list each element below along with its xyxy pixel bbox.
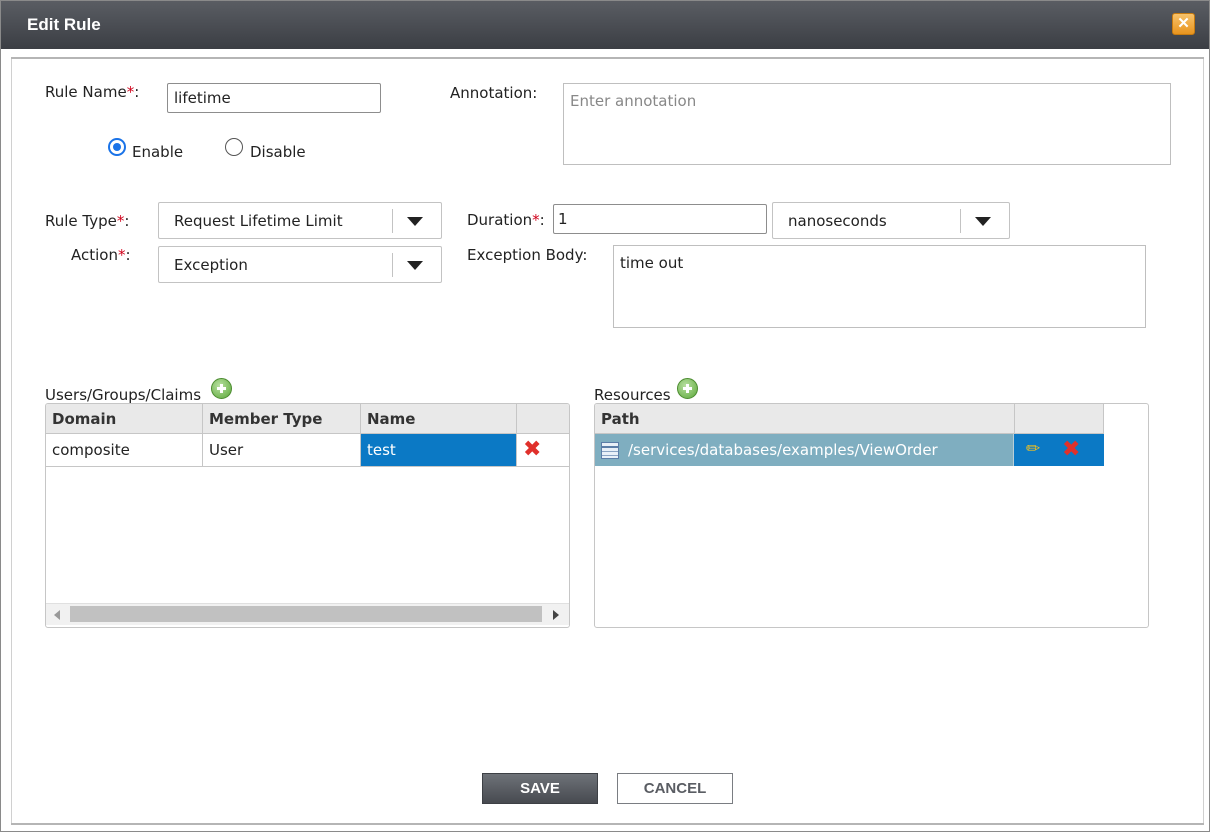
members-grid: Domain Member Type Name composite User t… — [45, 403, 570, 628]
members-title: Users/Groups/Claims — [45, 386, 202, 404]
member-name-cell[interactable]: test — [361, 434, 517, 466]
table-icon — [601, 442, 619, 459]
enable-label[interactable]: Enable — [132, 143, 183, 161]
save-button[interactable]: SAVE — [482, 773, 598, 804]
column-header-resource-actions — [1015, 404, 1104, 434]
left-border — [11, 59, 12, 823]
duration-unit-value: nanoseconds — [788, 212, 887, 230]
dialog-title: Edit Rule — [27, 15, 101, 34]
duration-unit-select[interactable]: nanoseconds — [772, 202, 1010, 239]
enable-radio[interactable] — [108, 138, 126, 156]
action-select[interactable]: Exception — [158, 246, 442, 283]
scrollbar-thumb[interactable] — [70, 606, 542, 622]
resources-grid: Path /services/databases/examples/ViewOr… — [594, 403, 1149, 628]
edit-rule-dialog: Edit Rule ✕ Rule Name*: lifetime Enable … — [0, 0, 1210, 832]
delete-x-icon[interactable]: ✖ — [523, 439, 541, 461]
duration-input[interactable]: 1 — [553, 204, 767, 234]
resource-path-text: /services/databases/examples/ViewOrder — [628, 441, 938, 459]
member-type-cell[interactable]: User — [203, 434, 361, 466]
column-header-actions — [517, 404, 569, 434]
rule-name-label: Rule Name*: — [45, 83, 140, 101]
column-header-name[interactable]: Name — [361, 404, 517, 434]
members-grid-header: Domain Member Type Name — [46, 404, 569, 434]
chevron-down-icon[interactable] — [407, 217, 423, 226]
rule-type-label: Rule Type*: — [45, 212, 130, 230]
duration-label: Duration*: — [467, 211, 545, 229]
dialog-title-bar: Edit Rule ✕ — [1, 1, 1209, 49]
pencil-icon[interactable]: ✏ — [1026, 439, 1040, 459]
rule-type-value: Request Lifetime Limit — [174, 212, 343, 230]
resource-actions-cell: ✏ ✖ — [1014, 434, 1104, 466]
annotation-textarea[interactable]: Enter annotation — [563, 83, 1171, 165]
rule-name-input[interactable]: lifetime — [167, 83, 381, 113]
rule-type-select[interactable]: Request Lifetime Limit — [158, 202, 442, 239]
table-row[interactable]: composite User test ✖ — [46, 434, 569, 467]
right-border — [1203, 59, 1204, 823]
horizontal-scrollbar[interactable] — [46, 603, 569, 625]
scroll-right-icon[interactable] — [553, 610, 559, 620]
chevron-down-icon[interactable] — [975, 217, 991, 226]
member-domain-cell[interactable]: composite — [46, 434, 203, 466]
annotation-label: Annotation: — [450, 84, 538, 102]
bottom-divider — [11, 823, 1204, 825]
close-icon[interactable]: ✕ — [1172, 13, 1195, 35]
add-resource-icon[interactable] — [677, 378, 698, 399]
column-header-path[interactable]: Path — [595, 404, 1015, 434]
scroll-left-icon[interactable] — [54, 610, 60, 620]
exception-body-textarea[interactable]: time out — [613, 245, 1146, 328]
column-header-domain[interactable]: Domain — [46, 404, 203, 434]
resources-title: Resources — [594, 386, 671, 404]
column-header-member-type[interactable]: Member Type — [203, 404, 361, 434]
chevron-down-icon[interactable] — [407, 261, 423, 270]
disable-radio[interactable] — [225, 138, 243, 156]
action-value: Exception — [174, 256, 248, 274]
add-member-icon[interactable] — [211, 378, 232, 399]
action-label: Action*: — [71, 246, 131, 264]
delete-x-icon[interactable]: ✖ — [1062, 439, 1080, 461]
disable-label[interactable]: Disable — [250, 143, 306, 161]
resource-path-cell[interactable]: /services/databases/examples/ViewOrder — [595, 434, 1014, 466]
cancel-button[interactable]: CANCEL — [617, 773, 733, 804]
exception-body-label: Exception Body: — [467, 246, 588, 264]
top-divider — [11, 57, 1204, 59]
resources-grid-header: Path — [595, 404, 1104, 434]
member-actions-cell: ✖ — [517, 434, 569, 466]
table-row[interactable]: /services/databases/examples/ViewOrder ✏… — [595, 434, 1104, 466]
